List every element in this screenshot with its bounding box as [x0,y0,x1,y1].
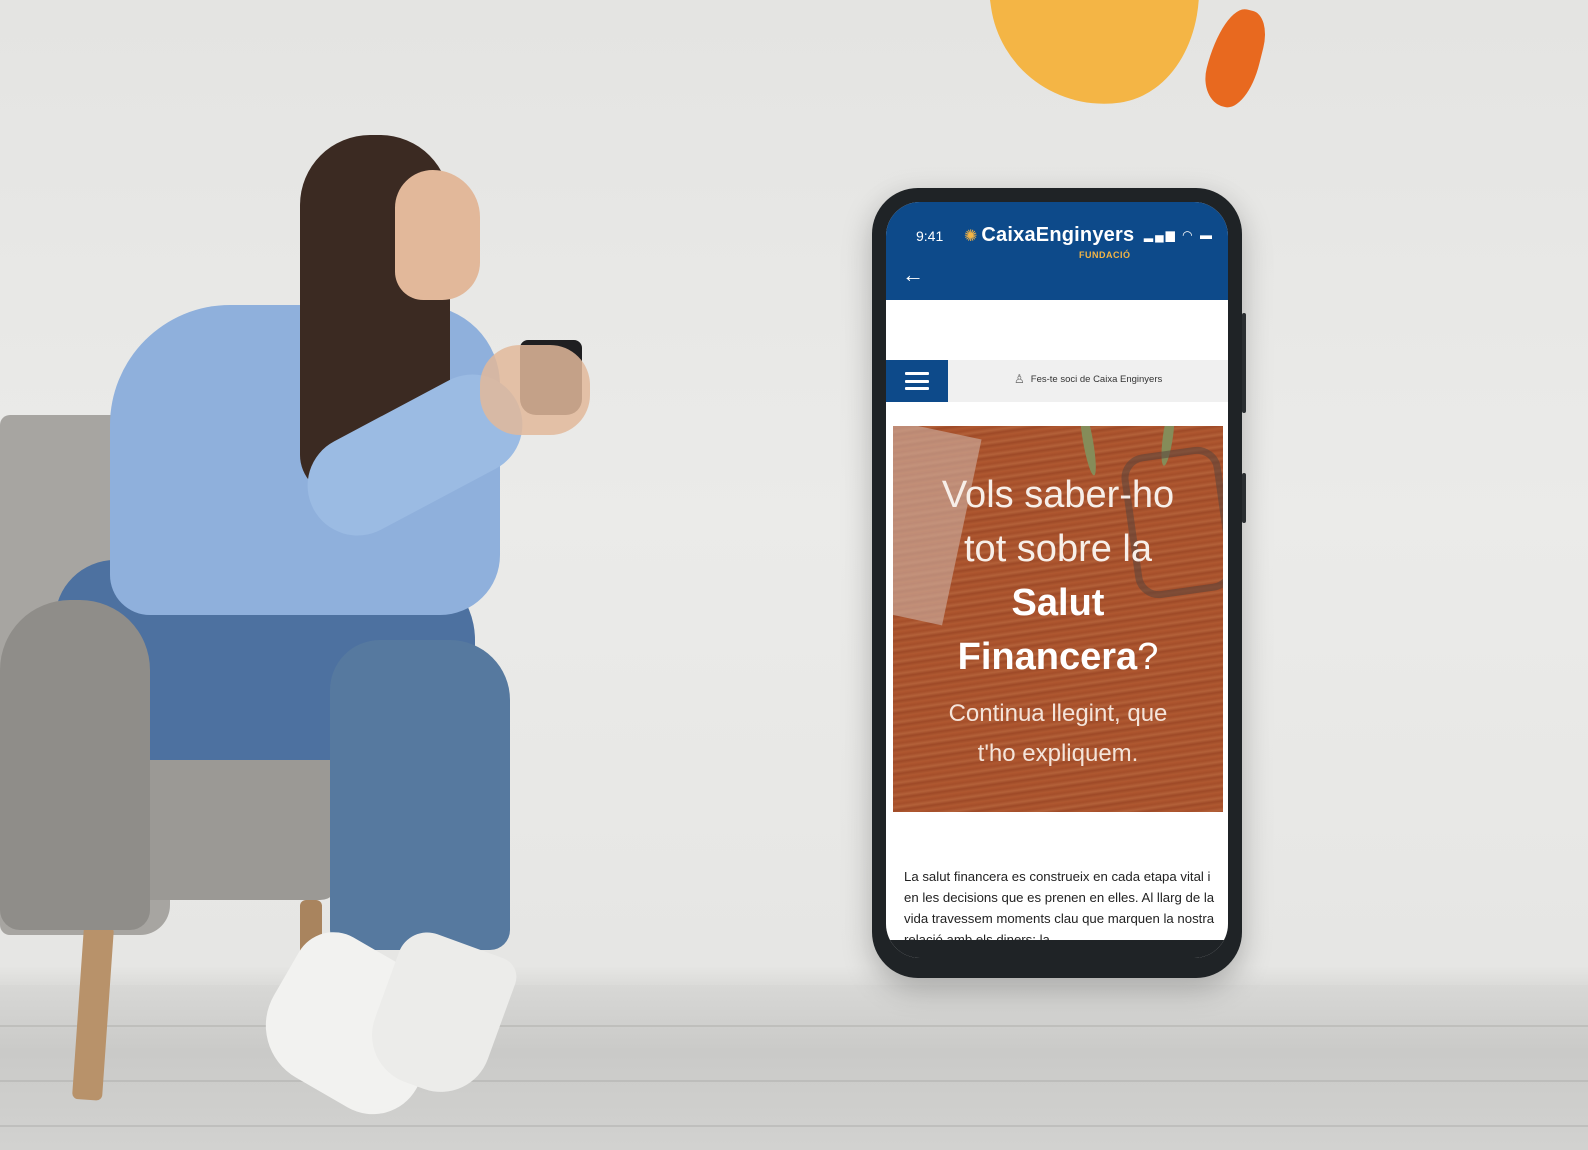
wifi-icon: ◠ [1182,228,1195,242]
hero-line: Vols saber-ho [941,474,1175,516]
status-icons: ▂▄▆ ◠ ▬ [1144,228,1214,242]
hamburger-menu-icon [905,372,929,390]
article-intro: La salut financera es construeix en cada… [904,869,1215,947]
phone-side-button [1242,313,1246,413]
screen-bottom-edge [886,940,1228,958]
user-add-icon: ♙ [1014,372,1025,386]
hero-line-bold: Salut [1011,582,1105,624]
hero-line: tot sobre la [964,528,1152,570]
hero-question-mark: ? [1137,636,1159,678]
app-header: 9:41 ✺ CaixaEnginyers FUNDACIÓ ▂▄▆ ◠ ▬ ← [886,202,1228,300]
become-member-label: Fes-te soci de Caixa Enginyers [1030,373,1163,385]
hero-subtitle: Continua llegint, que t'ho expliquem. [893,694,1223,774]
become-member-link[interactable]: ♙ Fes-te soci de Caixa Enginyers [1014,372,1162,386]
logo-sparkle-icon: ✺ [964,227,978,245]
status-time: 9:41 [916,228,944,244]
smartphone: 9:41 ✺ CaixaEnginyers FUNDACIÓ ▂▄▆ ◠ ▬ ←… [872,188,1246,978]
battery-icon: ▬ [1200,228,1214,242]
hero-subtitle-line: Continua llegint, que [948,700,1168,727]
menu-button[interactable] [886,360,948,402]
arrow-left-icon[interactable]: ← [902,262,924,288]
hands [480,345,590,435]
hero-keyword: Financera [957,636,1138,678]
armchair-leg [71,924,115,1101]
brand-petal-orange [1198,3,1272,113]
armchair-arm [0,600,150,930]
hero-line-bold: Financera? [893,630,1223,684]
jeans-lower [330,640,510,950]
hero-subtitle-line: t'ho expliquem. [977,740,1139,767]
face [395,170,480,300]
woman-in-armchair-illustration [0,0,700,1150]
site-nav-bar: ♙ Fes-te soci de Caixa Enginyers [886,360,1228,402]
brand-logo: ✺ CaixaEnginyers [964,224,1134,247]
phone-screen: 9:41 ✺ CaixaEnginyers FUNDACIÓ ▂▄▆ ◠ ▬ ←… [886,202,1228,958]
phone-side-button [1242,473,1246,523]
brand-subtitle: FUNDACIÓ [1079,250,1131,260]
hero-heading: Vols saber-ho tot sobre la Salut Finance… [893,468,1223,774]
signal-icon: ▂▄▆ [1143,228,1177,242]
brand-name: CaixaEnginyers [981,224,1135,246]
brand-petal-yellow [975,0,1215,119]
hero-banner: Vols saber-ho tot sobre la Salut Finance… [893,426,1223,812]
